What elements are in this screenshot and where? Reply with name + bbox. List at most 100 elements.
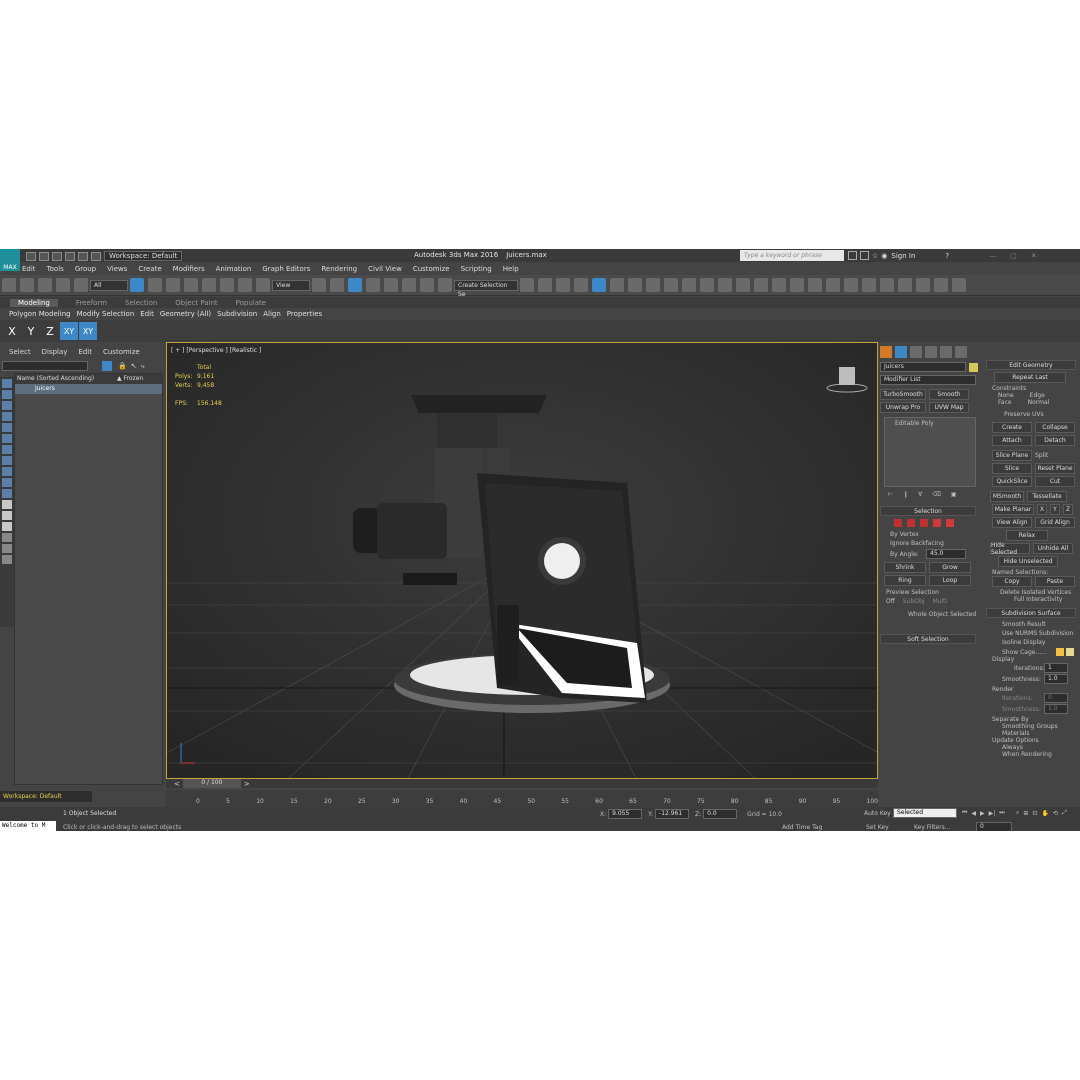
make-unique-icon[interactable]: ∀: [918, 491, 922, 498]
axis-z-button[interactable]: Z: [41, 322, 59, 340]
display-cameras-icon[interactable]: [2, 423, 12, 432]
go-to-end-icon[interactable]: ⏭: [999, 809, 1004, 817]
place-icon[interactable]: [256, 278, 270, 292]
redo-icon[interactable]: [78, 251, 88, 261]
lights-icon[interactable]: [862, 278, 876, 292]
make-planar-button[interactable]: Make Planar: [992, 504, 1034, 515]
column-frozen[interactable]: ▲ Frozen: [117, 374, 143, 384]
stack-item-editable-poly[interactable]: Editable Poly: [885, 418, 975, 427]
named-selection-set-dropdown[interactable]: Create Selection Se: [454, 279, 518, 298]
track-bar[interactable]: 0 5 10 15 20 25 30 35 40 45 50 55 60 65 …: [166, 790, 878, 807]
motion-tab-icon[interactable]: [925, 346, 937, 358]
search-input[interactable]: Type a keyword or phrase: [740, 250, 844, 261]
panel-geometry-all[interactable]: Geometry (All): [160, 310, 211, 318]
select-icon[interactable]: ↖: [131, 362, 137, 370]
open-file-icon[interactable]: [39, 251, 49, 261]
scene-menu-select[interactable]: Select: [9, 348, 31, 356]
remove-modifier-icon[interactable]: ⌫: [932, 491, 940, 498]
tab-modeling[interactable]: Modeling: [10, 298, 58, 307]
repeat-last-button[interactable]: Repeat Last: [994, 372, 1066, 383]
funnel-plus-icon[interactable]: [2, 544, 12, 553]
tab-freeform[interactable]: Freeform: [76, 299, 107, 307]
scene-search-input[interactable]: [2, 361, 88, 371]
collapse-button[interactable]: Collapse: [1035, 422, 1075, 433]
sun-icon[interactable]: [790, 278, 804, 292]
display-tab-icon[interactable]: [940, 346, 952, 358]
schematic-view-icon[interactable]: [628, 278, 642, 292]
display-all-toggle-icon[interactable]: [2, 522, 12, 531]
attach-button[interactable]: Attach: [992, 435, 1032, 446]
sphere-icon[interactable]: [934, 278, 948, 292]
menu-modifiers[interactable]: Modifiers: [173, 265, 205, 273]
axis-xy-button[interactable]: XY: [60, 322, 78, 340]
use-nurms-checkbox[interactable]: Use NURMS Subdivision: [986, 630, 1080, 637]
auto-key-button[interactable]: Auto Key: [864, 810, 891, 817]
border-icon[interactable]: [920, 519, 928, 527]
time-slider-next-icon[interactable]: >: [244, 780, 250, 788]
workspace-dropdown[interactable]: Workspace: Default: [104, 251, 183, 261]
shrink-button[interactable]: Shrink: [884, 562, 926, 573]
select-object-icon[interactable]: [130, 278, 144, 292]
scene-menu-customize[interactable]: Customize: [103, 348, 140, 356]
reference-coordinate-dropdown[interactable]: View: [272, 279, 310, 291]
menu-tools[interactable]: Tools: [47, 265, 64, 273]
move-icon[interactable]: [202, 278, 216, 292]
panel-align[interactable]: Align: [263, 310, 281, 318]
y-coordinate-field[interactable]: -12.961: [655, 809, 690, 819]
save-file-icon[interactable]: [52, 251, 62, 261]
subdivision-surface-rollout-header[interactable]: Subdivision Surface: [986, 608, 1076, 618]
preview-off-radio[interactable]: Off: [886, 598, 895, 605]
menu-views[interactable]: Views: [107, 265, 127, 273]
render-production-icon[interactable]: [700, 278, 714, 292]
tessellate-button[interactable]: Tessellate: [1027, 491, 1067, 502]
hierarchy-icon[interactable]: ⤷: [141, 362, 145, 371]
set-key-button[interactable]: Set Key: [866, 824, 889, 831]
display-frozen-icon[interactable]: [2, 500, 12, 509]
viewport-label[interactable]: [ + ] [Perspective ] [Realistic ]: [171, 347, 261, 354]
list-item[interactable]: Juicers: [15, 384, 162, 394]
show-end-result-icon[interactable]: ❙: [903, 491, 908, 498]
menu-animation[interactable]: Animation: [216, 265, 252, 273]
panel-edit[interactable]: Edit: [140, 310, 154, 318]
uvw-map-button[interactable]: UVW Map: [929, 402, 969, 413]
update-always-radio[interactable]: Always: [986, 744, 1080, 751]
maximize-viewport-icon[interactable]: ⤢: [1062, 809, 1067, 817]
render-in-cloud-icon[interactable]: [736, 278, 750, 292]
tab-selection[interactable]: Selection: [125, 299, 157, 307]
panel-modify-selection[interactable]: Modify Selection: [77, 310, 135, 318]
preview-multi-radio[interactable]: Multi: [932, 598, 947, 605]
redo-icon[interactable]: [20, 278, 34, 292]
panel-subdivision[interactable]: Subdivision: [217, 310, 257, 318]
go-to-start-icon[interactable]: ⏮: [962, 809, 967, 817]
cylinder-icon[interactable]: [952, 278, 966, 292]
bind-space-warp-icon[interactable]: [74, 278, 88, 292]
reset-plane-button[interactable]: Reset Plane: [1035, 463, 1075, 474]
preview-subobj-radio[interactable]: SubObj: [903, 598, 925, 605]
unlink-icon[interactable]: [56, 278, 70, 292]
menu-group[interactable]: Group: [75, 265, 96, 273]
display-spacewarps-icon[interactable]: [2, 445, 12, 454]
by-angle-checkbox[interactable]: By Angle:: [890, 551, 926, 558]
hide-selected-button[interactable]: Hide Selected: [990, 542, 1030, 556]
msmooth-button[interactable]: MSmooth: [990, 491, 1024, 502]
render-smoothness-field[interactable]: 1.0: [1044, 704, 1068, 714]
layer-manager-icon[interactable]: [808, 278, 822, 292]
materials-checkbox[interactable]: Materials: [986, 730, 1080, 737]
copy-button[interactable]: Copy: [992, 576, 1032, 587]
rectangular-selection-icon[interactable]: [166, 278, 180, 292]
menu-edit[interactable]: Edit: [22, 265, 36, 273]
spinner-snap-icon[interactable]: [420, 278, 434, 292]
panel-properties[interactable]: Properties: [287, 310, 322, 318]
relax-button[interactable]: Relax: [1006, 530, 1048, 541]
time-slider[interactable]: < 0 / 100 >: [166, 779, 878, 788]
render-setup-icon[interactable]: [664, 278, 678, 292]
scale-icon[interactable]: [238, 278, 252, 292]
render-iterative-icon[interactable]: [718, 278, 732, 292]
align-icon[interactable]: [538, 278, 552, 292]
z-coordinate-field[interactable]: 0.0: [703, 809, 738, 819]
modifier-list-dropdown[interactable]: Modifier List: [880, 375, 976, 385]
funnel-icon[interactable]: [2, 533, 12, 542]
constraint-face-radio[interactable]: Face: [998, 399, 1012, 406]
create-tab-icon[interactable]: [880, 346, 892, 358]
subscription-icon[interactable]: [860, 251, 869, 260]
